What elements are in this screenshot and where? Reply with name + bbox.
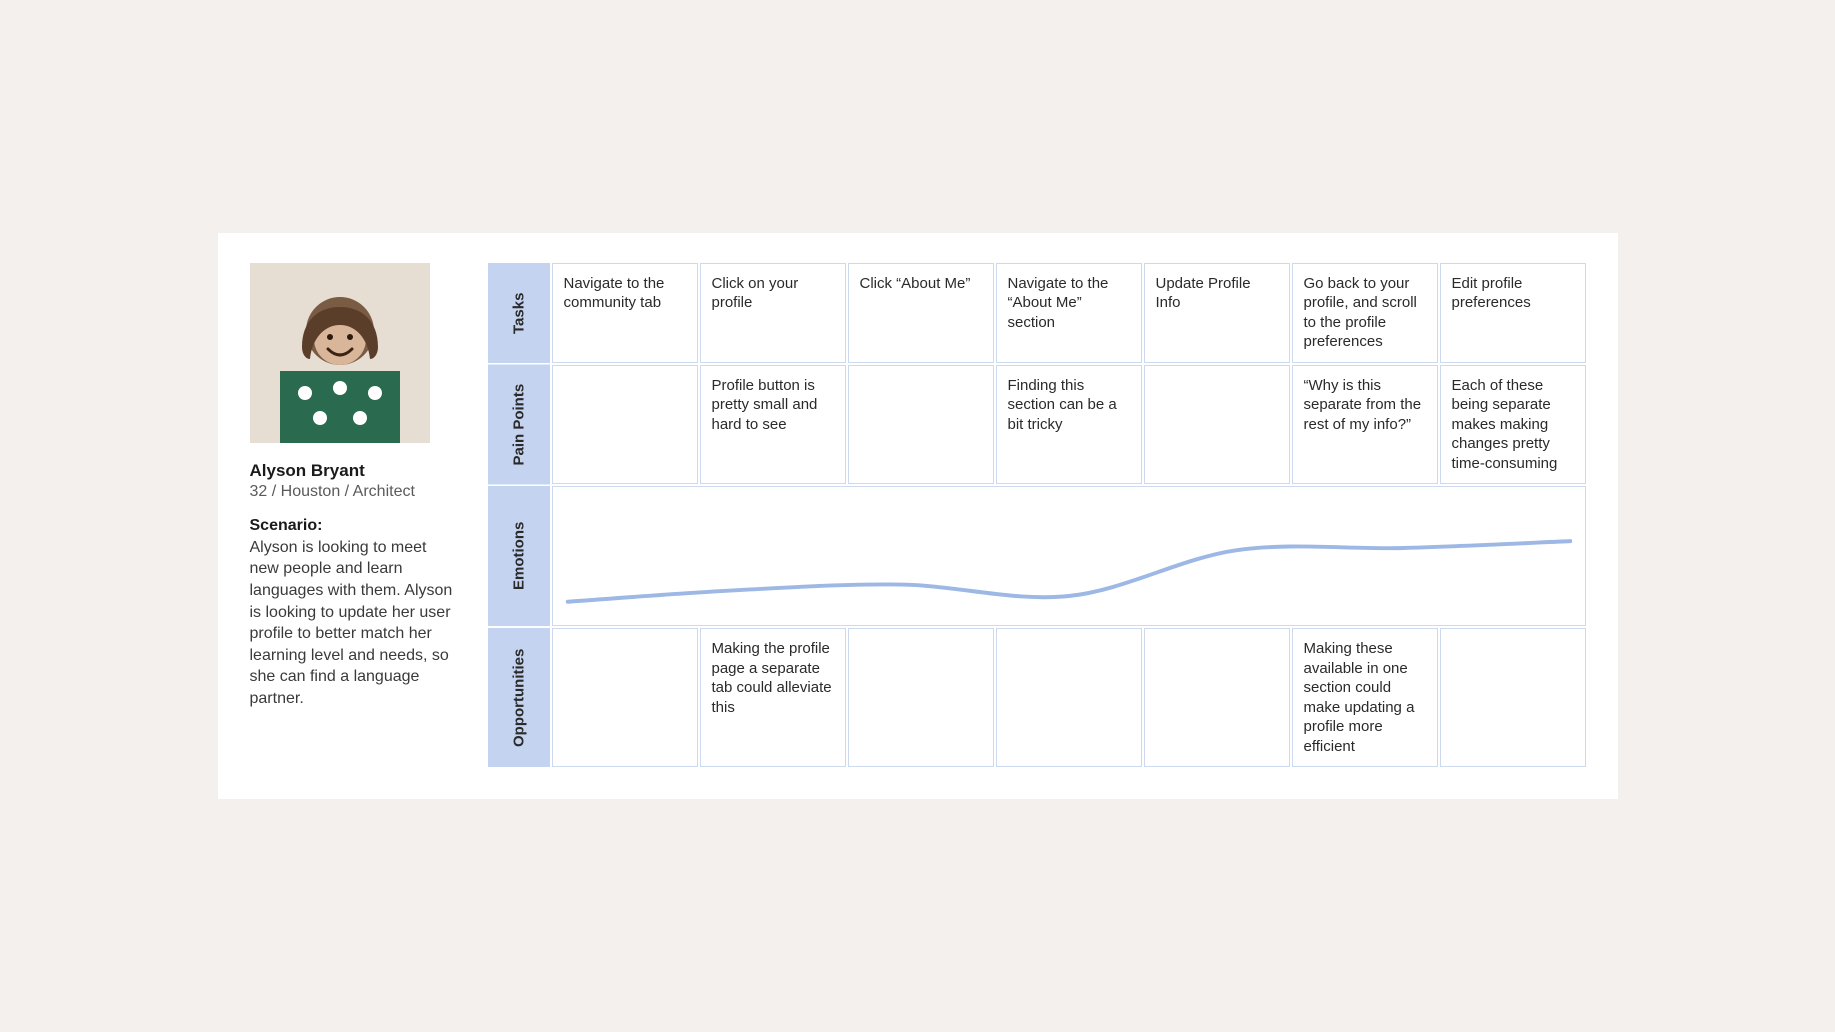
row-header-tasks: Tasks [488, 263, 550, 363]
task-cell: Click on your profile [700, 263, 846, 363]
persona-meta: 32 / Houston / Architect [250, 483, 460, 501]
emotions-line-icon [553, 487, 1585, 625]
avatar [250, 263, 430, 443]
row-header-opportunities: Opportunities [488, 628, 550, 767]
avatar-placeholder-icon [250, 263, 430, 443]
pain-cell [1144, 365, 1290, 485]
task-cell: Navigate to the “About Me” section [996, 263, 1142, 363]
pain-cell: Each of these being separate makes makin… [1440, 365, 1586, 485]
scenario-label: Scenario: [250, 517, 460, 535]
opportunity-cell [552, 628, 698, 767]
task-cell: Edit profile preferences [1440, 263, 1586, 363]
journey-grid: Tasks Navigate to the community tab Clic… [488, 263, 1586, 768]
pain-cell [848, 365, 994, 485]
opportunity-cell [848, 628, 994, 767]
scenario-text: Alyson is looking to meet new people and… [250, 537, 460, 710]
opportunity-cell: Making these available in one section co… [1292, 628, 1438, 767]
task-cell: Click “About Me” [848, 263, 994, 363]
opportunity-cell: Making the profile page a separate tab c… [700, 628, 846, 767]
row-header-pain: Pain Points [488, 365, 550, 485]
persona-panel: Alyson Bryant 32 / Houston / Architect S… [250, 263, 460, 768]
persona-name: Alyson Bryant [250, 461, 460, 481]
pain-cell: Finding this section can be a bit tricky [996, 365, 1142, 485]
pain-cell: “Why is this separate from the rest of m… [1292, 365, 1438, 485]
journey-map-canvas: Alyson Bryant 32 / Houston / Architect S… [218, 233, 1618, 800]
pain-cell [552, 365, 698, 485]
opportunity-cell [1440, 628, 1586, 767]
opportunity-cell [1144, 628, 1290, 767]
task-cell: Go back to your profile, and scroll to t… [1292, 263, 1438, 363]
task-cell: Navigate to the community tab [552, 263, 698, 363]
row-header-emotions: Emotions [488, 486, 550, 626]
pain-cell: Profile button is pretty small and hard … [700, 365, 846, 485]
task-cell: Update Profile Info [1144, 263, 1290, 363]
emotions-chart [552, 486, 1586, 626]
opportunity-cell [996, 628, 1142, 767]
